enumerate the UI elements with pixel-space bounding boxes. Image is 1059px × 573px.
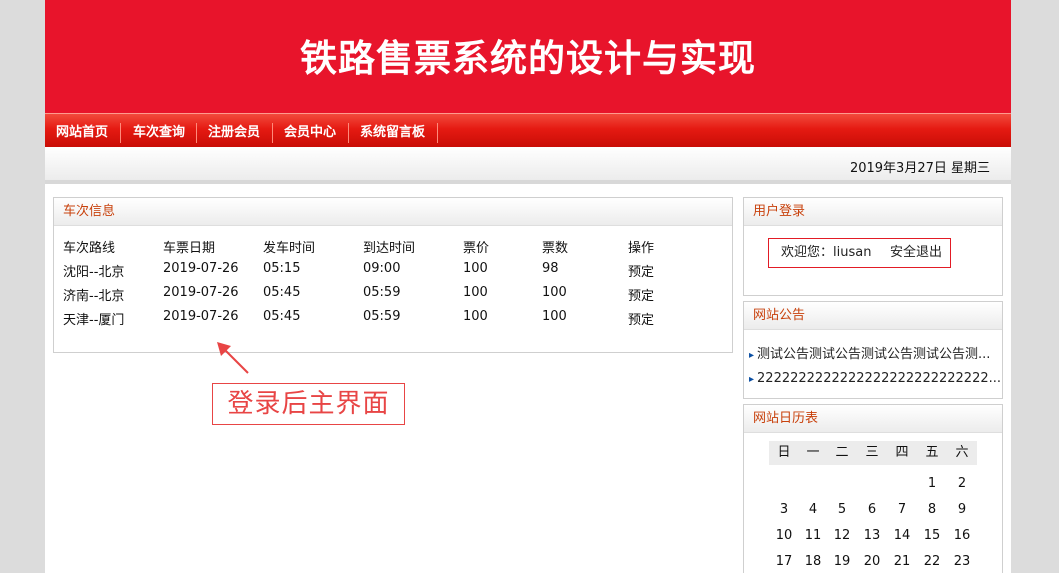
row-count: 98	[542, 261, 559, 276]
calendar-weekday: 六	[947, 441, 977, 465]
calendar-weekday: 四	[887, 441, 917, 465]
nav-train-query[interactable]: 车次查询	[133, 114, 185, 147]
row-count: 100	[542, 309, 567, 324]
calendar-day[interactable]: 11	[798, 524, 828, 548]
row-arrive: 05:59	[363, 285, 401, 300]
calendar-day[interactable]: 14	[887, 524, 917, 548]
col-header-depart: 发车时间	[263, 241, 316, 256]
calendar-day[interactable]: 2	[947, 472, 977, 496]
notice-panel: 网站公告 ▸ 测试公告测试公告测试公告测试公告测... ▸ 222222222222…	[743, 301, 1003, 399]
notice-item[interactable]: ▸ 2222222222222222222222222222...	[749, 371, 1001, 386]
calendar-day[interactable]: 6	[857, 498, 887, 522]
site-title: 铁路售票系统的设计与实现	[300, 36, 756, 80]
book-link[interactable]: 预定	[628, 309, 654, 328]
row-price: 100	[463, 309, 488, 324]
current-date: 2019年3月27日 星期三	[849, 161, 990, 176]
row-arrive: 05:59	[363, 309, 401, 324]
row-depart: 05:15	[263, 261, 301, 276]
calendar-day[interactable]: 22	[917, 550, 947, 573]
nav-separator	[120, 123, 121, 143]
notice-item[interactable]: ▸ 测试公告测试公告测试公告测试公告测...	[749, 343, 990, 362]
calendar-day[interactable]: 5	[827, 498, 857, 522]
bullet-arrow-icon: ▸	[749, 374, 755, 385]
col-header-arrive: 到达时间	[363, 241, 416, 256]
calendar-day[interactable]: 1	[917, 472, 947, 496]
book-link[interactable]: 预定	[628, 261, 654, 280]
train-info-title: 车次信息	[54, 198, 732, 226]
train-info-panel: 车次信息 车次路线 车票日期 发车时间 到达时间 票价 票数 操作 沈阳--北京…	[53, 197, 733, 353]
calendar-day[interactable]: 23	[947, 550, 977, 573]
nav-separator	[348, 123, 349, 143]
login-title: 用户登录	[744, 198, 1002, 226]
nav-register[interactable]: 注册会员	[208, 114, 260, 147]
calendar-day[interactable]: 21	[887, 550, 917, 573]
calendar-day[interactable]: 4	[798, 498, 828, 522]
row-date: 2019-07-26	[163, 309, 239, 324]
calendar-day[interactable]: 16	[947, 524, 977, 548]
calendar-title: 网站日历表	[744, 405, 1002, 433]
row-count: 100	[542, 285, 567, 300]
logout-link[interactable]: 安全退出	[890, 239, 942, 267]
calendar-weekday: 五	[917, 441, 947, 465]
calendar-weekday: 三	[857, 441, 887, 465]
date-bar: 2019年3月27日 星期三	[45, 147, 1011, 184]
nav-separator	[437, 123, 438, 143]
book-link[interactable]: 预定	[628, 285, 654, 304]
row-date: 2019-07-26	[163, 261, 239, 276]
calendar-day[interactable]: 3	[769, 498, 799, 522]
row-route: 天津--厦门	[63, 313, 125, 328]
login-status-box: 欢迎您：liusan 安全退出	[768, 238, 951, 268]
calendar-day[interactable]: 7	[887, 498, 917, 522]
col-header-count: 票数	[542, 241, 569, 256]
col-header-date: 车票日期	[163, 241, 216, 256]
row-price: 100	[463, 261, 488, 276]
calendar-day[interactable]: 19	[827, 550, 857, 573]
row-route: 济南--北京	[63, 289, 125, 304]
notice-title: 网站公告	[744, 302, 1002, 330]
bullet-arrow-icon: ▸	[749, 350, 755, 361]
calendar-weekday: 日	[769, 441, 799, 465]
welcome-text: 欢迎您：liusan	[781, 245, 872, 260]
nav-message-board[interactable]: 系统留言板	[360, 114, 425, 147]
row-arrive: 09:00	[363, 261, 401, 276]
col-header-route: 车次路线	[63, 241, 116, 256]
page-container: 铁路售票系统的设计与实现 网站首页 车次查询 注册会员 会员中心 系统留言板 2…	[45, 0, 1011, 573]
row-route: 沈阳--北京	[63, 265, 125, 280]
calendar-day[interactable]: 8	[917, 498, 947, 522]
calendar-day[interactable]: 12	[827, 524, 857, 548]
row-depart: 05:45	[263, 285, 301, 300]
nav-member-center[interactable]: 会员中心	[284, 114, 336, 147]
calendar-day[interactable]: 13	[857, 524, 887, 548]
nav-separator	[272, 123, 273, 143]
row-price: 100	[463, 285, 488, 300]
calendar-weekday: 一	[798, 441, 828, 465]
calendar-day[interactable]: 17	[769, 550, 799, 573]
nav-home[interactable]: 网站首页	[56, 114, 108, 147]
col-header-action: 操作	[628, 241, 655, 256]
calendar-day[interactable]: 10	[769, 524, 799, 548]
col-header-price: 票价	[463, 241, 490, 256]
calendar-day[interactable]: 20	[857, 550, 887, 573]
notice-item-text: 2222222222222222222222222222...	[757, 371, 1002, 386]
notice-item-text: 测试公告测试公告测试公告测试公告测...	[757, 347, 991, 362]
main-nav: 网站首页 车次查询 注册会员 会员中心 系统留言板	[45, 113, 1011, 147]
calendar-weekday: 二	[827, 441, 857, 465]
annotation-arrow-icon	[217, 342, 249, 374]
calendar-day[interactable]: 15	[917, 524, 947, 548]
row-date: 2019-07-26	[163, 285, 239, 300]
nav-separator	[196, 123, 197, 143]
row-depart: 05:45	[263, 309, 301, 324]
annotation-label: 登录后主界面	[212, 383, 405, 425]
calendar-day[interactable]: 18	[798, 550, 828, 573]
login-panel: 用户登录 欢迎您：liusan 安全退出	[743, 197, 1003, 296]
calendar-panel: 网站日历表 日一二三四五六 1 2 3 4 5 6 7 8 9 10 11 12 13 14 15 16 17 18…	[743, 404, 1003, 573]
header-banner: 铁路售票系统的设计与实现	[45, 0, 1011, 113]
calendar-day[interactable]: 9	[947, 498, 977, 522]
